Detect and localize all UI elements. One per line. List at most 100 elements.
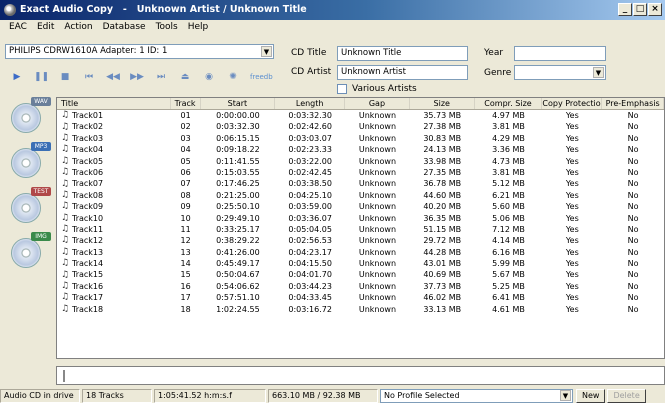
delete-profile-button[interactable]: Delete [607,388,646,403]
table-row[interactable]: ♫ Track11 11 0:33:25.17 0:05:04.05 Unknown 51.… [57,224,664,235]
play-icon[interactable]: ▶ [10,71,24,83]
track-title: Track16 [72,281,104,291]
menu-edit[interactable]: Edit [32,20,59,36]
cd-title-field[interactable]: Unknown Title [337,46,468,61]
column-header-start[interactable]: Start [201,98,276,109]
column-header-size[interactable]: Size [410,98,475,109]
column-header-gap[interactable]: Gap [345,98,410,109]
cell-compressed-size: 4.73 MB [492,156,525,166]
cell-length: 0:03:38.50 [288,179,332,189]
pause-icon[interactable]: ❚❚ [34,71,49,83]
table-row[interactable]: ♫ Track04 04 0:09:18.22 0:02:23.33 Unknown 24.… [57,144,664,155]
year-label: Year [484,48,504,58]
track-title: Track02 [72,122,104,132]
column-header-track[interactable]: Track [171,98,201,109]
cell-pre-emphasis: No [627,156,639,166]
cell-pre-emphasis: No [627,281,639,291]
cell-start: 0:06:15.15 [216,133,260,143]
column-header-pre-emphasis[interactable]: Pre-Emphasis [602,98,664,109]
cell-size: 40.69 MB [423,270,462,280]
cell-title: ♫ Track08 [57,190,171,201]
table-row[interactable]: ♫ Track07 07 0:17:46.25 0:03:38.50 Unknown 36.… [57,178,664,189]
fast-forward-icon[interactable]: ▶▶ [130,71,144,83]
copy-image-button[interactable]: IMG [5,232,51,272]
column-header-title[interactable]: Title [57,98,171,109]
table-row[interactable]: ♫ Track03 03 0:06:15.15 0:03:03.07 Unknown 30.… [57,133,664,144]
table-row[interactable]: ♫ Track02 02 0:03:32.30 0:02:42.60 Unknown 27.… [57,121,664,132]
music-note-icon: ♫ [61,258,70,269]
table-row[interactable]: ♫ Track06 06 0:15:03.55 0:02:42.45 Unknown 27.… [57,167,664,178]
various-artists-checkbox[interactable] [337,84,347,94]
rewind-icon[interactable]: ◀◀ [106,71,120,83]
table-row[interactable]: ♫ Track05 05 0:11:41.55 0:03:22.00 Unknown 33.… [57,156,664,167]
cell-copy-protection: Yes [565,247,579,257]
copy-wav-button[interactable]: WAV [5,97,51,137]
cell-compressed-size: 4.29 MB [492,133,525,143]
cell-gap: Unknown [358,247,397,257]
cell-track: 15 [180,270,191,280]
table-row[interactable]: ♫ Track09 09 0:25:50.10 0:03:59.00 Unknown 40.… [57,201,664,212]
cell-pre-emphasis: No [627,190,639,200]
cell-pre-emphasis: No [627,224,639,234]
table-row[interactable]: ♫ Track14 14 0:45:49.17 0:04:15.50 Unknown 43.… [57,258,664,269]
freedb-label[interactable]: freedb [250,73,273,81]
eject-icon[interactable]: ⏏ [178,71,192,83]
next-track-icon[interactable]: ⏭ [154,71,168,83]
cell-gap: Unknown [358,167,397,177]
table-row[interactable]: ♫ Track15 15 0:50:04.67 0:04:01.70 Unknown 40.… [57,269,664,280]
genre-label: Genre [484,68,512,78]
cell-start: 0:09:18.22 [216,145,260,155]
chevron-down-icon[interactable]: ▼ [593,67,604,78]
track-title: Track09 [72,202,104,212]
table-row[interactable]: ♫ Track16 16 0:54:06.62 0:03:44.23 Unknown 37.… [57,281,664,292]
cell-title: ♫ Track03 [57,133,171,144]
chevron-down-icon[interactable]: ▼ [261,46,272,57]
cell-track: 16 [180,281,191,291]
menu-help[interactable]: Help [183,20,214,36]
close-button[interactable]: × [648,3,662,16]
column-header-length[interactable]: Length [275,98,346,109]
previous-track-icon[interactable]: ⏮ [82,71,96,83]
table-row[interactable]: ♫ Track18 18 1:02:24.55 0:03:16.72 Unknown 33.… [57,304,664,315]
table-row[interactable]: ♫ Track13 13 0:41:26.00 0:04:23.17 Unknown 44.… [57,247,664,258]
maximize-button[interactable]: □ [633,3,647,16]
cd-artist-label: CD Artist [291,67,332,77]
cell-copy-protection: Yes [565,145,579,155]
new-profile-button[interactable]: New [576,388,606,403]
cd-icon [11,148,41,178]
year-field[interactable] [514,46,606,61]
table-row[interactable]: ♫ Track08 08 0:21:25.00 0:04:25.10 Unknown 44.… [57,190,664,201]
menu-tools[interactable]: Tools [151,20,183,36]
genre-select[interactable]: ▼ [514,65,606,80]
track-table: Title Track Start Length Gap Size Compr.… [56,97,665,359]
cell-size: 36.35 MB [423,213,462,223]
profile-select[interactable]: No Profile Selected ▼ [380,388,573,403]
cell-compressed-size: 5.99 MB [492,259,525,269]
freedb-icon[interactable]: ✺ [226,71,240,83]
table-row[interactable]: ♫ Track10 10 0:29:49.10 0:03:36.07 Unknown 36.… [57,213,664,224]
copy-mp3-button[interactable]: MP3 [5,142,51,182]
test-copy-button[interactable]: TEST [5,187,51,227]
minimize-button[interactable]: _ [618,3,632,16]
cell-copy-protection: Yes [565,111,579,120]
chevron-down-icon[interactable]: ▼ [560,389,571,401]
cd-artist-field[interactable]: Unknown Artist [337,65,468,80]
music-note-icon: ♫ [61,281,70,292]
column-header-compressed-size[interactable]: Compr. Size [475,98,543,109]
menu-database[interactable]: Database [98,20,151,36]
menu-action[interactable]: Action [59,20,97,36]
menu-eac[interactable]: EAC [4,20,32,36]
drive-select[interactable]: PHILIPS CDRW1610A Adapter: 1 ID: 1 ▼ [5,44,274,59]
cell-start: 0:25:50.10 [216,202,260,212]
table-row[interactable]: ♫ Track12 12 0:38:29.22 0:02:56.53 Unknown 29.… [57,235,664,246]
table-row[interactable]: ♫ Track17 17 0:57:51.10 0:04:33.45 Unknown 46.… [57,292,664,303]
log-area[interactable] [56,366,665,385]
cd-text-icon[interactable]: ◉ [202,71,216,83]
column-header-copy-protection[interactable]: Copy Protection [542,98,603,109]
music-note-icon: ♫ [61,201,70,212]
table-row[interactable]: ♫ Track01 01 0:00:00.00 0:03:32.30 Unknown 35.… [57,110,664,121]
cell-gap: Unknown [358,224,397,234]
cell-start: 0:17:46.25 [216,179,260,189]
stop-icon[interactable]: ■ [58,71,72,83]
cell-copy-protection: Yes [565,179,579,189]
